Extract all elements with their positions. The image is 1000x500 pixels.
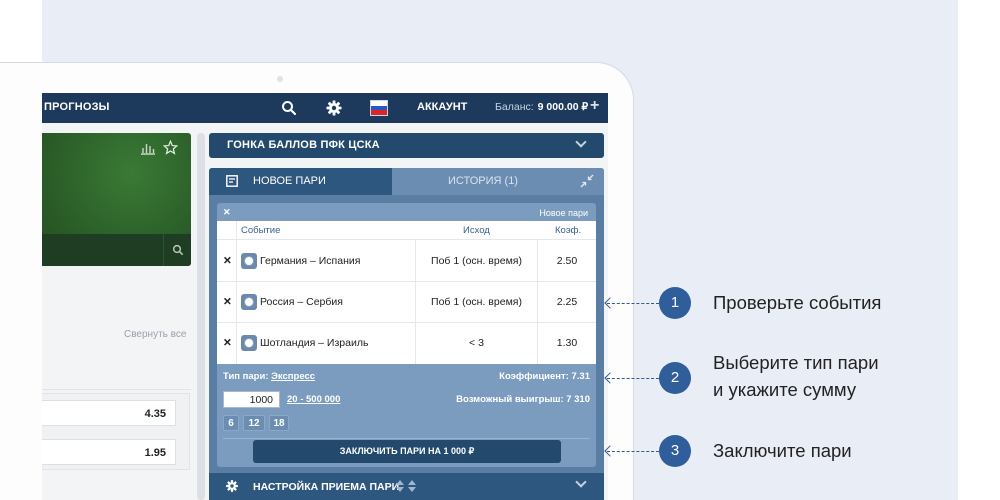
quick-stake-chip[interactable]: 6: [223, 415, 239, 431]
close-icon[interactable]: ✕: [223, 207, 231, 218]
quick-stake-chip[interactable]: 18: [269, 415, 289, 431]
odds-value: 2.50: [556, 255, 578, 267]
place-bet-button[interactable]: ЗАКЛЮЧИТЬ ПАРИ НА 1 000 ₽: [253, 440, 561, 463]
app-screen: ПРОГНОЗЫ АККАУНТ Баланс: 9 000.00 ₽ + Св…: [42, 93, 608, 500]
bet-slip: НОВОЕ ПАРИ ИСТОРИЯ (1) ✕ Новое пари Собы…: [209, 168, 604, 500]
collapse-all-link[interactable]: Свернуть все: [124, 329, 186, 340]
step-text: Заключите пари: [713, 440, 852, 461]
collapse-arrows-icon[interactable]: [580, 174, 594, 191]
step-number-badge: 2: [659, 362, 691, 394]
promo-panel-title: ГОНКА БАЛЛОВ ПФК ЦСКА: [227, 139, 380, 151]
search-icon[interactable]: [280, 99, 298, 117]
callout-step-3: 3 Заключите пари: [604, 434, 987, 474]
nav-link-predictions[interactable]: ПРОГНОЗЫ: [44, 101, 110, 113]
video-control-bar: [42, 234, 191, 266]
odds-button[interactable]: 4.35: [42, 400, 176, 426]
bet-type-select[interactable]: Экспресс: [271, 371, 315, 382]
step-text: Выберите тип пари: [713, 352, 879, 373]
card-header: ✕ Новое пари: [217, 203, 596, 221]
football-icon: [241, 253, 257, 269]
match-video-preview[interactable]: [42, 133, 191, 266]
account-link[interactable]: АККАУНТ: [417, 101, 467, 113]
table-header: Событие Исход Коэф.: [217, 221, 596, 240]
odds-value: 2.25: [556, 296, 578, 308]
step-text: Проверьте события: [713, 292, 882, 313]
bet-settings-label: НАСТРОЙКА ПРИЕМА ПАРИ: [253, 481, 400, 493]
sort-arrows-icon[interactable]: [395, 479, 417, 496]
quick-stake-chip[interactable]: 12: [243, 415, 265, 431]
promo-panel-header[interactable]: ГОНКА БАЛЛОВ ПФК ЦСКА: [209, 133, 604, 158]
top-navigation-bar: ПРОГНОЗЫ АККАУНТ Баланс: 9 000.00 ₽ +: [42, 93, 608, 123]
column-outcome: Исход: [463, 225, 490, 236]
gear-icon[interactable]: [325, 99, 343, 117]
remove-selection-icon[interactable]: ✕: [223, 255, 232, 267]
chevron-down-icon[interactable]: [575, 136, 587, 148]
column-event: Событие: [241, 225, 281, 236]
bet-type: Тип пари: Экспресс: [223, 371, 315, 382]
card-title: Новое пари: [539, 208, 588, 218]
bet-options: Тип пари: Экспресс Коэффициент: 7.31 100…: [217, 364, 596, 467]
tab-new-bet-label: НОВОЕ ПАРИ: [253, 175, 326, 187]
arrow-left-icon: [604, 372, 616, 384]
video-search-button[interactable]: [163, 234, 191, 266]
bet-type-label: Тип пари:: [223, 371, 269, 382]
gear-icon: [225, 479, 239, 496]
odds-button[interactable]: 1.95: [42, 439, 176, 465]
football-icon: [241, 335, 257, 351]
new-bet-card: ✕ Новое пари Событие Исход Коэф. ✕ Герма…: [217, 203, 596, 467]
divider: [42, 389, 191, 390]
scrollbar[interactable]: [197, 133, 205, 500]
divider: [223, 438, 590, 439]
star-icon[interactable]: [162, 139, 179, 160]
step-text-line2: и укажите сумму: [713, 379, 857, 400]
tab-history-label: ИСТОРИЯ (1): [448, 175, 518, 187]
remove-selection-icon[interactable]: ✕: [223, 296, 232, 308]
outcome-value: Поб 1 (осн. время): [431, 255, 522, 267]
camera-dot: [277, 76, 283, 82]
stats-icon[interactable]: [140, 141, 156, 160]
callout-step-2: 2 Выберите тип пари и укажите сумму: [604, 352, 987, 401]
event-name: Шотландия – Израиль: [260, 337, 369, 349]
total-coefficient: Коэффициент: 7.31: [499, 371, 590, 382]
stake-range-link[interactable]: 20 - 500 000: [287, 394, 340, 405]
step-number-badge: 3: [659, 435, 691, 467]
stake-amount-input[interactable]: 1000: [223, 391, 280, 408]
arrow-left-icon: [604, 297, 616, 309]
remove-selection-icon[interactable]: ✕: [223, 337, 232, 349]
balance-value: 9 000.00 ₽: [537, 101, 589, 113]
search-icon: [172, 243, 184, 261]
bet-slip-icon: [226, 175, 238, 190]
chevron-down-icon[interactable]: [575, 476, 587, 488]
balance-label: Баланс:: [495, 101, 534, 113]
arrow-left-icon: [604, 445, 616, 457]
outcome-value: Поб 1 (осн. время): [431, 296, 522, 308]
flag-russia-icon[interactable]: [370, 100, 388, 116]
balance-display: Баланс: 9 000.00 ₽: [495, 101, 588, 113]
callout-step-1: 1 Проверьте события: [604, 286, 987, 326]
outcome-value: < 3: [469, 337, 484, 349]
event-name: Германия – Испания: [260, 255, 361, 267]
tab-new-bet[interactable]: НОВОЕ ПАРИ: [209, 168, 392, 195]
table-row: ✕ Шотландия – Израиль < 3 1.30: [217, 323, 596, 364]
bet-settings-bar[interactable]: НАСТРОЙКА ПРИЕМА ПАРИ: [209, 473, 604, 500]
table-row: ✕ Германия – Испания Поб 1 (осн. время) …: [217, 241, 596, 282]
table-row: ✕ Россия – Сербия Поб 1 (осн. время) 2.2…: [217, 282, 596, 323]
possible-win: Возможный выигрыш: 7 310: [456, 394, 590, 405]
odds-value: 1.30: [556, 337, 578, 349]
column-odds: Коэф.: [555, 225, 582, 236]
tab-history[interactable]: ИСТОРИЯ (1): [392, 168, 604, 195]
step-number-badge: 1: [659, 287, 691, 319]
selections-table: Событие Исход Коэф. ✕ Германия – Испания…: [217, 221, 596, 364]
event-name: Россия – Сербия: [260, 296, 343, 308]
football-icon: [241, 294, 257, 310]
plus-icon[interactable]: +: [590, 97, 599, 115]
